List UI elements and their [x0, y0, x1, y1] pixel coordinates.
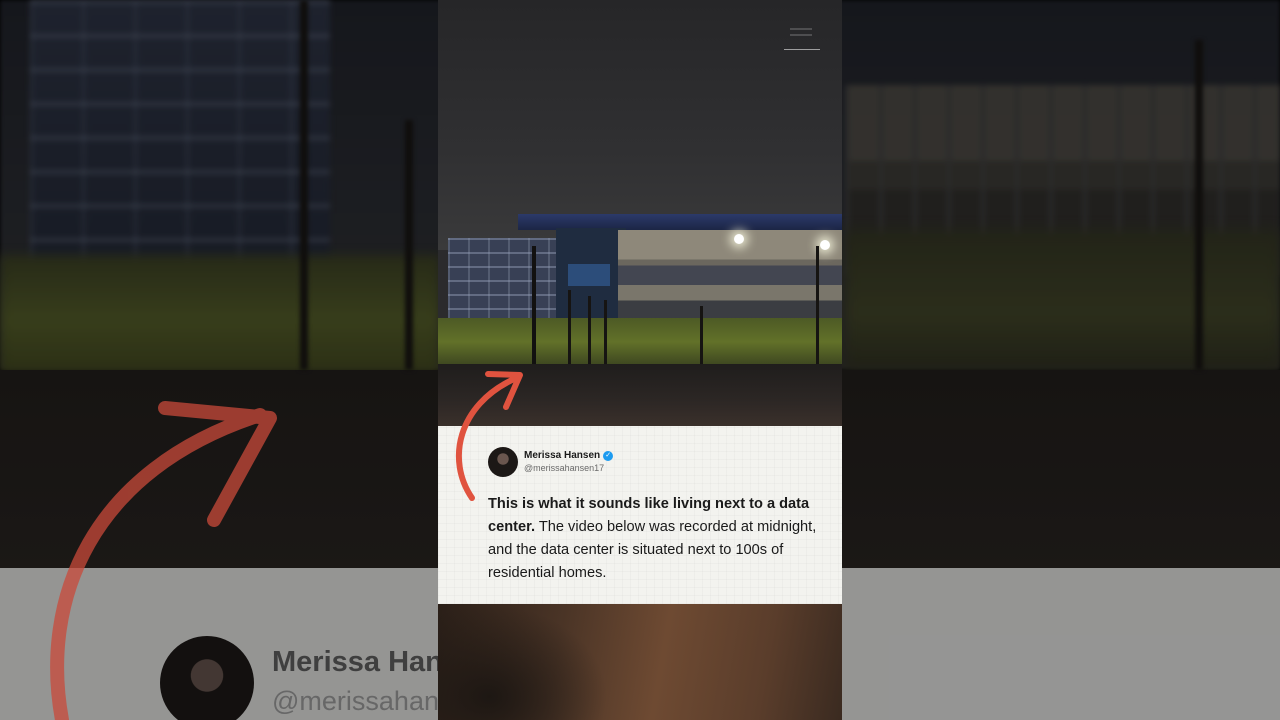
tree-trunk	[700, 306, 703, 366]
tree-trunk	[604, 300, 607, 366]
bottom-video-shadow	[438, 604, 608, 720]
night-sky	[438, 0, 842, 250]
author-name-row: Merissa Hansen ✓	[524, 450, 614, 461]
building-main-wing	[618, 230, 842, 328]
lamp-post	[532, 246, 536, 366]
tree-trunk	[588, 296, 591, 366]
road	[438, 364, 842, 426]
building-glass-wing	[448, 238, 558, 328]
author-avatar	[488, 447, 518, 477]
background-dim-right	[842, 0, 1280, 720]
verified-badge-icon: ✓	[603, 450, 614, 461]
data-center-building	[448, 214, 842, 328]
author-name: Merissa Hansen	[524, 450, 601, 461]
background-dim-left	[0, 0, 438, 720]
tweet-text: This is what it sounds like living next …	[488, 493, 818, 585]
flood-light	[734, 234, 744, 244]
tweet-card: Merissa Hansen ✓ @merissahansen17 This i…	[438, 426, 842, 604]
author-handle: @merissahansen17	[524, 463, 605, 473]
video-frame[interactable]: Merissa Hansen ✓ @merissahansen17 This i…	[438, 0, 842, 720]
watermark-logo	[784, 24, 820, 50]
flood-light	[820, 240, 830, 250]
building-lit-window	[568, 264, 610, 286]
tree-trunk	[816, 246, 819, 366]
tree-trunk	[568, 290, 571, 366]
tweet-text-regular: The video below was recorded at midnight…	[488, 519, 817, 581]
lawn	[438, 318, 842, 366]
